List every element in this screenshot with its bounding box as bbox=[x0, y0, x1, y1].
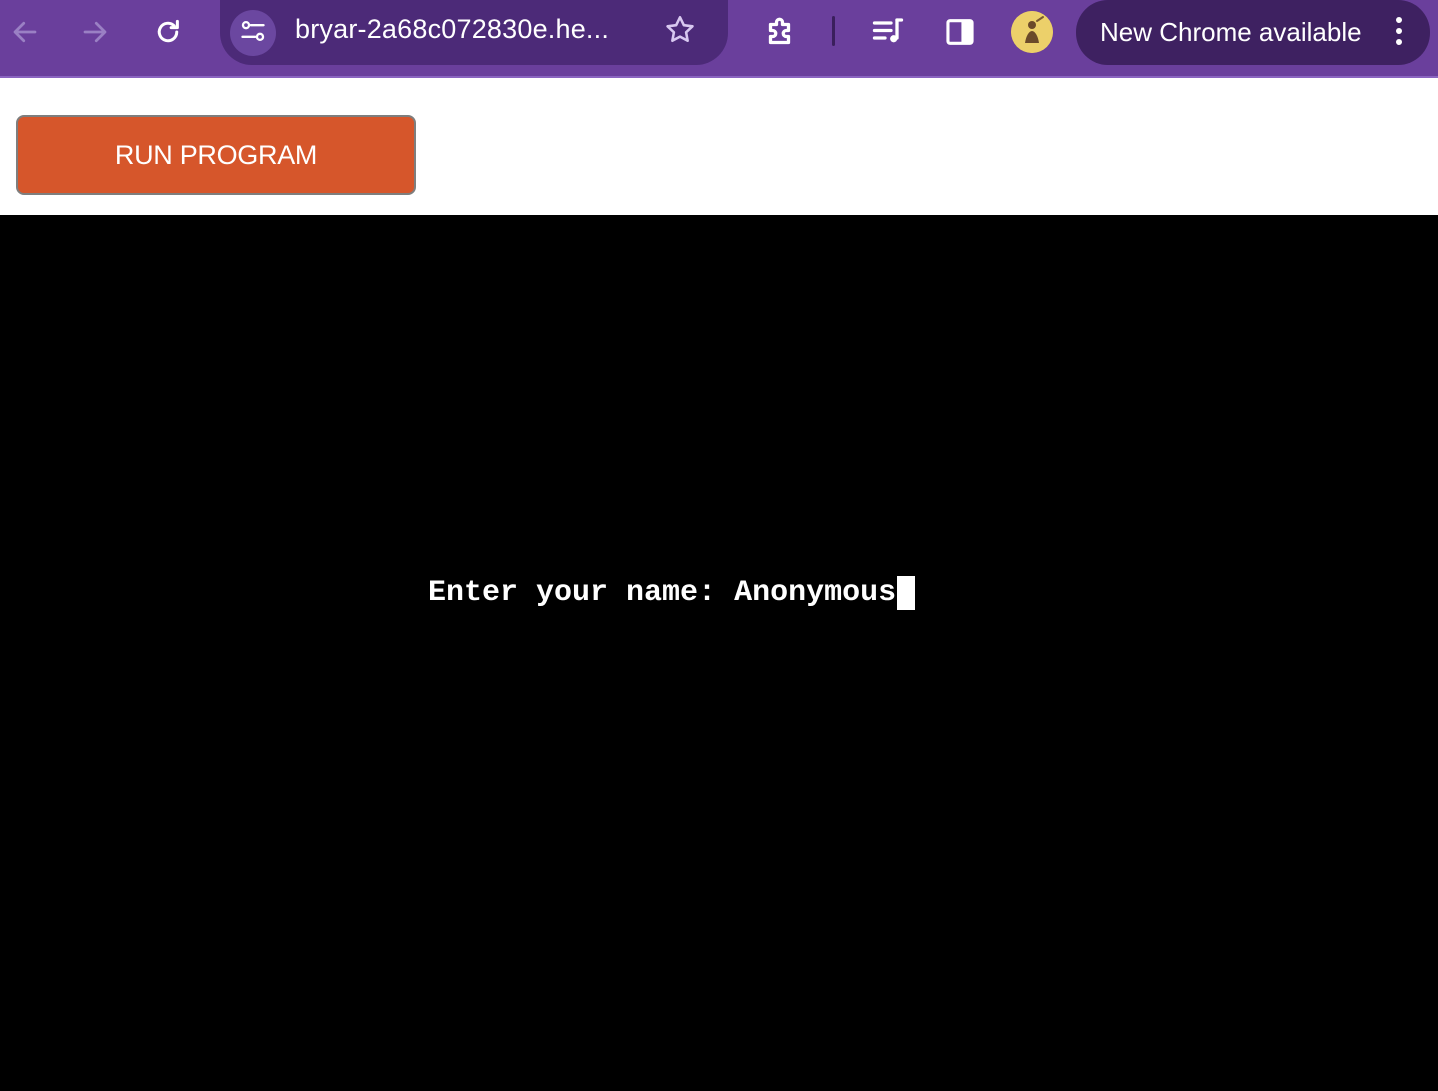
reload-icon bbox=[153, 17, 183, 47]
avatar[interactable] bbox=[1011, 11, 1053, 53]
tune-icon bbox=[239, 17, 267, 50]
toolbar-divider bbox=[832, 16, 835, 46]
queue-music-icon bbox=[870, 14, 906, 50]
url-text[interactable]: bryar-2a68c072830e.he... bbox=[295, 14, 609, 45]
site-info-button[interactable] bbox=[230, 10, 276, 56]
kebab-icon bbox=[1394, 15, 1404, 52]
browser-toolbar: bryar-2a68c072830e.he... New Chrome avai… bbox=[0, 0, 1438, 78]
side-panel-icon bbox=[943, 15, 977, 49]
terminal-cursor bbox=[897, 576, 916, 610]
terminal-input[interactable]: Anonymous bbox=[734, 575, 896, 611]
forward-button[interactable] bbox=[73, 10, 117, 54]
puzzle-icon bbox=[763, 14, 799, 50]
terminal[interactable]: Enter your name: Anonymous bbox=[0, 215, 1438, 1091]
terminal-line: Enter your name: Anonymous bbox=[428, 575, 916, 611]
reload-button[interactable] bbox=[146, 10, 190, 54]
update-label: New Chrome available bbox=[1100, 17, 1362, 47]
address-bar[interactable]: bryar-2a68c072830e.he... bbox=[220, 0, 728, 65]
arrow-left-icon bbox=[10, 17, 40, 47]
star-icon bbox=[663, 13, 697, 52]
back-button[interactable] bbox=[3, 10, 47, 54]
terminal-prompt: Enter your name: bbox=[428, 576, 735, 610]
bookmark-button[interactable] bbox=[660, 12, 700, 52]
side-panel-button[interactable] bbox=[938, 10, 982, 54]
run-program-button[interactable]: RUN PROGRAM bbox=[16, 115, 416, 195]
profile-avatar-icon bbox=[1011, 11, 1053, 53]
page-content: RUN PROGRAM Enter your name: Anonymous bbox=[0, 80, 1438, 1091]
arrow-right-icon bbox=[80, 17, 110, 47]
extensions-button[interactable] bbox=[759, 10, 803, 54]
media-controls-button[interactable] bbox=[866, 10, 910, 54]
chrome-menu-button[interactable] bbox=[1384, 13, 1414, 53]
update-chrome-chip[interactable]: New Chrome available bbox=[1076, 0, 1430, 65]
